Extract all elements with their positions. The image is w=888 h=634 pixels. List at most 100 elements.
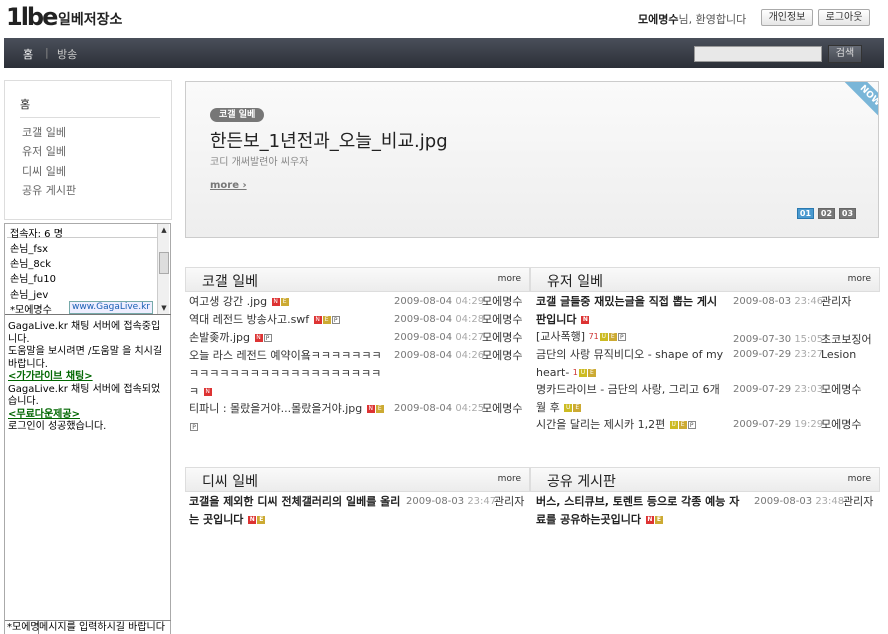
post-author[interactable]: 관리자 [843, 493, 873, 511]
sidebar-item-user[interactable]: 유저 일베 [22, 143, 66, 159]
post-author[interactable]: 관리자 [821, 293, 851, 311]
board-more-kogal[interactable]: more [498, 274, 521, 284]
list-item[interactable]: 코갤을 제외한 디씨 전체갤러리의 일베를 올리는 곳입니다 NE 2009-0… [189, 493, 529, 529]
sidebar-home[interactable]: 홈 [20, 96, 30, 112]
board-more-share[interactable]: more [848, 474, 871, 484]
list-item[interactable]: 오늘 라스 레전드 예약이욬ㅋㅋㅋㅋㅋㅋㅋㅋㅋㅋㅋㅋㅋㅋㅋㅋㅋㅋㅋㅋㅋㅋㅋㅋㅋㅋ… [189, 347, 529, 401]
chat-message: GagaLive.kr 채팅 서버에 접속되었습니다. [8, 383, 161, 408]
board-more-dc[interactable]: more [498, 474, 521, 484]
welcome-username: 모에명수 [638, 13, 679, 26]
post-author[interactable]: 모에명수 [482, 329, 522, 347]
board-more-user[interactable]: more [848, 274, 871, 284]
sidebar-menu: 홈 코갤 일베 유저 일베 디씨 일베 공유 게시판 [4, 80, 172, 220]
post-date-time: 23:03 [794, 384, 824, 395]
chat-user[interactable]: 손님_fu10 [10, 270, 56, 285]
post-author[interactable]: 모에명수 [821, 416, 861, 434]
post-title[interactable]: 코갤을 제외한 디씨 전체갤러리의 일베를 올리는 곳입니다 [189, 495, 400, 526]
nav-broadcast[interactable]: 방송 [57, 46, 77, 62]
event-icon: E [375, 405, 384, 413]
list-item[interactable]: 코갤 글들중 재밌는글을 직접 뽑는 게시판입니다 N 2009-08-03 2… [536, 293, 878, 329]
featured-banner: 코갤 일베 한든보_1년전과_오늘_비교.jpg 코디 개써발련아 씨우자 mo… [185, 81, 879, 238]
post-title[interactable]: 티파니 : 몰랐을거야...몰랐을거야.jpg [189, 402, 362, 415]
profile-button[interactable]: 개인정보 [761, 9, 813, 26]
event-icon: E [322, 316, 331, 324]
post-date: 2009-07-29 23:27 [733, 346, 823, 364]
gagalive-link[interactable]: www.GagaLive.kr [69, 301, 153, 314]
new-icon: N [254, 334, 263, 342]
chat-input-placeholder[interactable]: 메시지를 입력하시길 바랍니다 [39, 622, 165, 633]
sidebar-item-kogal[interactable]: 코갤 일베 [22, 124, 66, 140]
post-date: 2009-08-03 23:47 [406, 493, 496, 511]
chat-message: 로그인이 성공했습니다. [8, 421, 107, 432]
chat-link-free-download[interactable]: <무료다운제공> [8, 409, 168, 422]
chat-message: 도움말을 보시려면 /도움말 을 치시길 바랍니다. [8, 346, 163, 370]
sidebar-divider [20, 117, 160, 118]
featured-more-link[interactable]: more › [210, 180, 247, 191]
featured-page-1[interactable]: 01 [797, 208, 814, 219]
chat-link-gagalive[interactable]: <가가라이브 채팅> [8, 371, 168, 384]
post-title[interactable]: 역대 레전드 방송사고.swf [189, 313, 309, 326]
chat-user[interactable]: 손님_8ck [10, 255, 51, 270]
post-date-time: 04:29 [455, 296, 485, 307]
search-input[interactable] [694, 46, 822, 62]
post-title[interactable]: 손발좆까.jpg [189, 331, 250, 344]
featured-title[interactable]: 한든보_1년전과_오늘_비교.jpg [210, 127, 448, 153]
post-author[interactable]: 모에명수 [482, 293, 522, 311]
chat-user[interactable]: 손님_jev [10, 286, 48, 301]
chat-user[interactable]: 손님_fsx [10, 240, 48, 255]
post-date: 2009-08-04 04:29 [394, 293, 484, 311]
post-title[interactable]: 오늘 라스 레전드 예약이욬ㅋㅋㅋㅋㅋㅋㅋㅋㅋㅋㅋㅋㅋㅋㅋㅋㅋㅋㅋㅋㅋㅋㅋㅋㅋㅋ… [189, 349, 382, 398]
list-item[interactable]: 시간을 달리는 제시카 1,2편 UEP 2009-07-29 19:29 모에… [536, 416, 878, 434]
post-title[interactable]: 코갤 글들중 재밌는글을 직접 뽑는 게시판입니다 [536, 295, 717, 326]
board-header-dc: 디씨 일베 more [185, 467, 530, 492]
board-title-user[interactable]: 유저 일베 [547, 271, 603, 291]
search-button[interactable]: 검색 [828, 45, 862, 63]
post-title[interactable]: 버스, 스티큐브, 토렌트 등으로 각종 예능 자료를 공유하는곳입니다 [536, 495, 739, 526]
post-title[interactable]: 시간을 달리는 제시카 1,2편 [536, 418, 665, 431]
post-author[interactable]: 모에명수 [821, 381, 861, 399]
list-item[interactable]: 명카드라이브 - 금단의 사랑, 그리고 6개월 후 UE 2009-07-29… [536, 381, 878, 417]
post-title[interactable]: [교사폭행] [536, 330, 585, 343]
chat-widget: 접속자: 6 명 손님_fsx 손님_8ck 손님_fu10 손님_jev *모… [4, 223, 171, 634]
post-author[interactable]: 관리자 [494, 493, 524, 511]
scroll-down-icon[interactable]: ▼ [158, 302, 170, 314]
picture-icon: P [617, 333, 626, 341]
chat-user[interactable]: *모에명수 [10, 301, 52, 316]
board-title-share[interactable]: 공유 게시판 [547, 471, 616, 491]
post-date-time: 23:27 [794, 349, 824, 360]
featured-badge[interactable]: 코갤 일베 [210, 108, 265, 122]
nav-home[interactable]: 홈 [23, 46, 33, 62]
post-author[interactable]: 모에명수 [482, 311, 522, 329]
list-item[interactable]: 버스, 스티큐브, 토렌트 등으로 각종 예능 자료를 공유하는곳입니다 NE … [536, 493, 878, 529]
board-title-dc[interactable]: 디씨 일베 [202, 471, 258, 491]
list-item[interactable]: 여고생 강간 .jpg NE 2009-08-04 04:29 모에명수 [189, 293, 529, 311]
post-author[interactable]: 모에명수 [482, 400, 522, 418]
post-date-time: 23:48 [815, 496, 845, 507]
featured-page-2[interactable]: 02 [818, 208, 835, 219]
post-date: 2009-07-29 23:03 [733, 381, 823, 399]
featured-page-3[interactable]: 03 [839, 208, 856, 219]
logout-button[interactable]: 로그아웃 [818, 9, 870, 26]
scroll-up-icon[interactable]: ▲ [158, 224, 170, 236]
list-item[interactable]: 티파니 : 몰랐을거야...몰랐을거야.jpg N E P 2009-08-04 0… [189, 400, 529, 436]
list-item[interactable]: 금단의 사랑 뮤직비디오 - shape of my heart- 1UE 20… [536, 346, 878, 382]
post-date: 2009-07-29 19:29 [733, 416, 823, 434]
chat-input[interactable]: *모에명메시지를 입력하시길 바랍니다 [5, 620, 171, 634]
post-title[interactable]: 금단의 사랑 뮤직비디오 - shape of my heart- [536, 348, 723, 379]
board-title-kogal[interactable]: 코갤 일베 [202, 271, 258, 291]
sidebar-item-share[interactable]: 공유 게시판 [22, 182, 76, 198]
post-date-day: 2009-08-04 [394, 314, 453, 325]
site-logo[interactable]: 1lbe [6, 3, 58, 31]
post-author[interactable]: 모에명수 [482, 347, 522, 365]
list-item[interactable]: 손발좆까.jpg NP 2009-08-04 04:27 모에명수 [189, 329, 529, 347]
post-date-time: 23:46 [794, 296, 824, 307]
sidebar-item-dc[interactable]: 디씨 일베 [22, 163, 66, 179]
user-list-scrollbar[interactable]: ▲ ▼ [157, 224, 169, 314]
list-item[interactable]: 역대 레전드 방송사고.swf NEP 2009-08-04 04:28 모에명… [189, 311, 529, 329]
post-date-time: 04:26 [455, 350, 485, 361]
scroll-thumb[interactable] [159, 252, 169, 274]
list-item[interactable]: [교사폭행] 71 U E P 2009-07-30 15:05 초코보징어 [536, 328, 878, 346]
site-name[interactable]: 일베저장소 [58, 9, 122, 29]
post-title[interactable]: 여고생 강간 .jpg [189, 295, 267, 308]
post-author[interactable]: Lesion [821, 346, 856, 364]
